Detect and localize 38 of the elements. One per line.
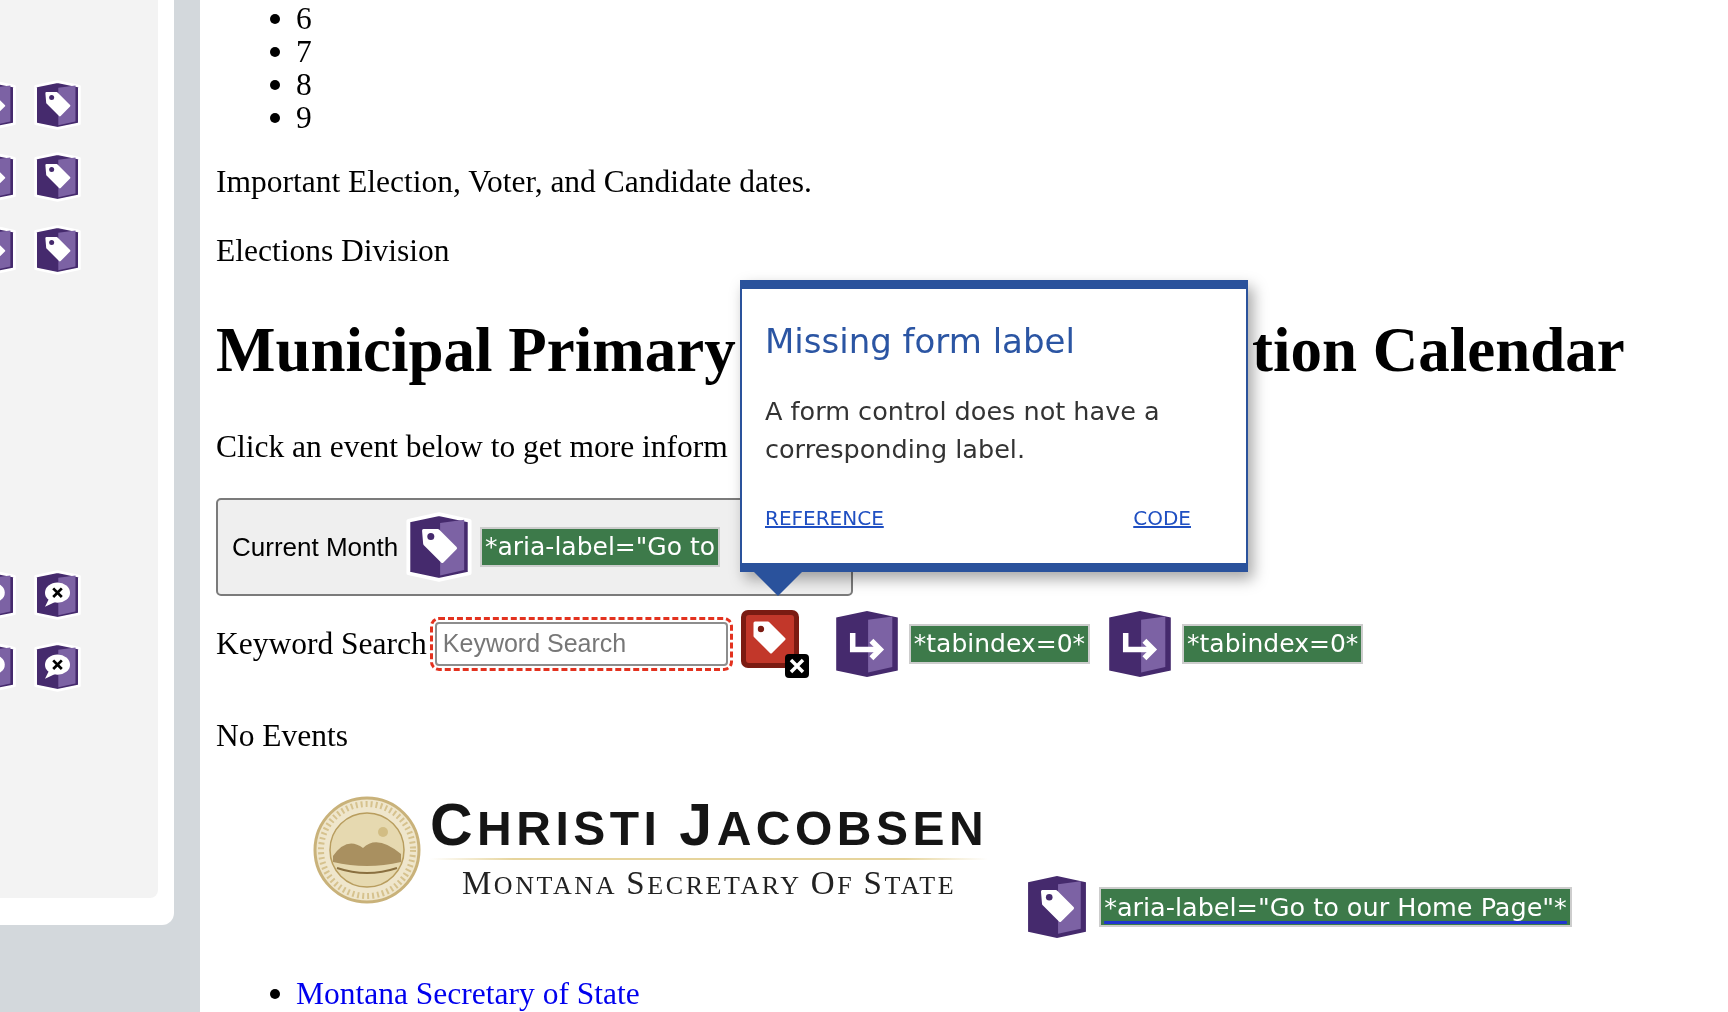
secretary-of-state-link[interactable]: Montana Secretary of State: [296, 975, 640, 1012]
tag-icon[interactable]: [406, 512, 472, 582]
error-tag-icon[interactable]: [739, 608, 810, 679]
popup-description: A form control does not have a corresponding label.: [765, 395, 1161, 466]
bullet-icon: [270, 988, 280, 999]
logo-name-text: CHRISTI JACOBSEN: [430, 798, 989, 856]
speech-bubble-x-icon[interactable]: [34, 642, 81, 692]
shield-icon[interactable]: [0, 570, 16, 620]
bullet-icon: [270, 46, 280, 57]
logo-subtitle-text: MONTANA SECRETARY OF STATE: [461, 866, 957, 903]
instruction-text: Click an event below to get more inform: [216, 429, 728, 465]
tag-icon[interactable]: [1028, 876, 1087, 938]
popup-title: Missing form label: [765, 320, 1075, 362]
keyword-search-text: Keyword Search: [216, 625, 427, 662]
intro-text: Important Election, Voter, and Candidate dates.: [216, 164, 812, 200]
tag-icon[interactable]: [34, 225, 81, 275]
bullet-icon: [270, 79, 280, 90]
speech-bubble-x-icon[interactable]: [34, 570, 81, 620]
bullet-icon: [270, 112, 280, 123]
annotation-label: *tabindex=0*: [1182, 623, 1364, 664]
heading-text: tion Calendar: [1252, 314, 1625, 386]
annotation-label: *aria-label="Go to our Home Page"*: [1099, 887, 1572, 927]
tag-icon[interactable]: [34, 152, 81, 202]
arrow-icon[interactable]: [835, 610, 898, 677]
annotation-label: *aria-label="Go to: [480, 527, 720, 567]
division-text: Elections Division: [216, 233, 450, 269]
tag-icon[interactable]: [34, 80, 81, 130]
no-events-text: No Events: [216, 718, 349, 754]
arrow-icon[interactable]: [1109, 610, 1172, 677]
shield-icon[interactable]: [0, 80, 16, 130]
code-link[interactable]: CODE: [1133, 504, 1191, 532]
heading-text: Municipal Primary: [216, 314, 736, 386]
shield-icon[interactable]: [0, 225, 16, 275]
shield-icon[interactable]: [0, 152, 16, 202]
shield-icon[interactable]: [0, 642, 16, 692]
seal-icon: [313, 796, 421, 904]
annotation-label: *tabindex=0*: [908, 623, 1091, 664]
bullet-icon: [270, 13, 280, 24]
